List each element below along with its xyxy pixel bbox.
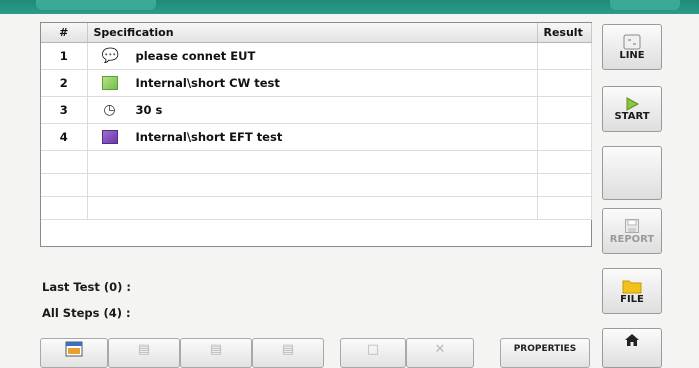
- step-type-3-button[interactable]: ▤: [180, 338, 252, 368]
- step-result: [537, 42, 592, 70]
- step-number: 4: [41, 123, 88, 151]
- step-result: [537, 69, 592, 97]
- image-step-icon: [65, 341, 83, 357]
- title-tab-left: [36, 0, 156, 10]
- delete-step-button[interactable]: ✕: [406, 338, 474, 368]
- home-icon: [625, 334, 639, 346]
- step-type-4-button[interactable]: ▤: [252, 338, 324, 368]
- edit-step-button[interactable]: □: [340, 338, 406, 368]
- table-row[interactable]: 4 Internal\short EFT test: [41, 123, 592, 151]
- eft-test-icon: [101, 130, 118, 145]
- table-header-row: # Specification Result: [41, 23, 592, 43]
- column-header-specification[interactable]: Specification: [87, 23, 538, 43]
- step-specification-cell: 💬 please connet EUT: [87, 42, 538, 70]
- step-specification-cell: ◷ 30 s: [87, 96, 538, 124]
- start-button[interactable]: START: [602, 86, 662, 132]
- line-button[interactable]: LINE: [602, 24, 662, 70]
- blank-step-icon: ▤: [209, 341, 223, 357]
- file-button-label: FILE: [620, 293, 644, 305]
- step-type-1-button[interactable]: [40, 338, 108, 368]
- blank-step-icon: ▤: [137, 341, 151, 357]
- start-button-label: START: [614, 110, 650, 122]
- step-specification: Internal\short CW test: [135, 75, 280, 90]
- report-button[interactable]: REPORT: [602, 208, 662, 254]
- properties-button-label: PROPERTIES: [513, 344, 577, 354]
- table-row-empty: [41, 150, 592, 174]
- folder-icon: [622, 280, 642, 293]
- window-title-bar: [0, 0, 699, 14]
- play-icon: [626, 96, 640, 111]
- step-specification-cell: Internal\short CW test: [87, 69, 538, 97]
- step-specification: please connet EUT: [135, 48, 256, 63]
- step-result: [537, 123, 592, 151]
- table-row-empty: [41, 173, 592, 197]
- line-button-label: LINE: [619, 49, 645, 61]
- save-disk-icon: [625, 218, 639, 233]
- step-specification: 30 s: [135, 102, 163, 117]
- speech-bubble-icon: 💬: [101, 48, 119, 65]
- step-type-2-button[interactable]: ▤: [108, 338, 180, 368]
- test-steps-table: # Specification Result 1 💬 please connet …: [40, 22, 592, 247]
- column-header-result[interactable]: Result: [537, 23, 592, 43]
- report-button-label: REPORT: [609, 233, 655, 245]
- properties-button[interactable]: PROPERTIES: [500, 338, 590, 368]
- table-row[interactable]: 1 💬 please connet EUT: [41, 42, 592, 70]
- table-row[interactable]: 3 ◷ 30 s: [41, 96, 592, 124]
- last-test-summary: Last Test (0) :: [42, 280, 132, 294]
- timer-icon: ◷: [103, 102, 116, 119]
- step-result: [537, 96, 592, 124]
- column-header-number[interactable]: #: [41, 23, 88, 43]
- cw-test-icon: [101, 76, 118, 91]
- blank-step-icon: ▤: [281, 341, 295, 357]
- step-number: 2: [41, 69, 88, 97]
- table-row[interactable]: 2 Internal\short CW test: [41, 69, 592, 97]
- step-number: 3: [41, 96, 88, 124]
- step-specification-cell: Internal\short EFT test: [87, 123, 538, 151]
- tools-icon: ✕: [434, 341, 446, 357]
- line-icon: [623, 34, 641, 49]
- step-number: 1: [41, 42, 88, 70]
- table-row-empty: [41, 196, 592, 220]
- title-tab-right: [610, 0, 680, 10]
- blank-button[interactable]: [602, 146, 662, 200]
- home-button[interactable]: [602, 328, 662, 368]
- document-icon: □: [366, 341, 380, 357]
- file-button[interactable]: FILE: [602, 268, 662, 314]
- all-steps-summary: All Steps (4) :: [42, 306, 131, 320]
- step-specification: Internal\short EFT test: [135, 129, 283, 144]
